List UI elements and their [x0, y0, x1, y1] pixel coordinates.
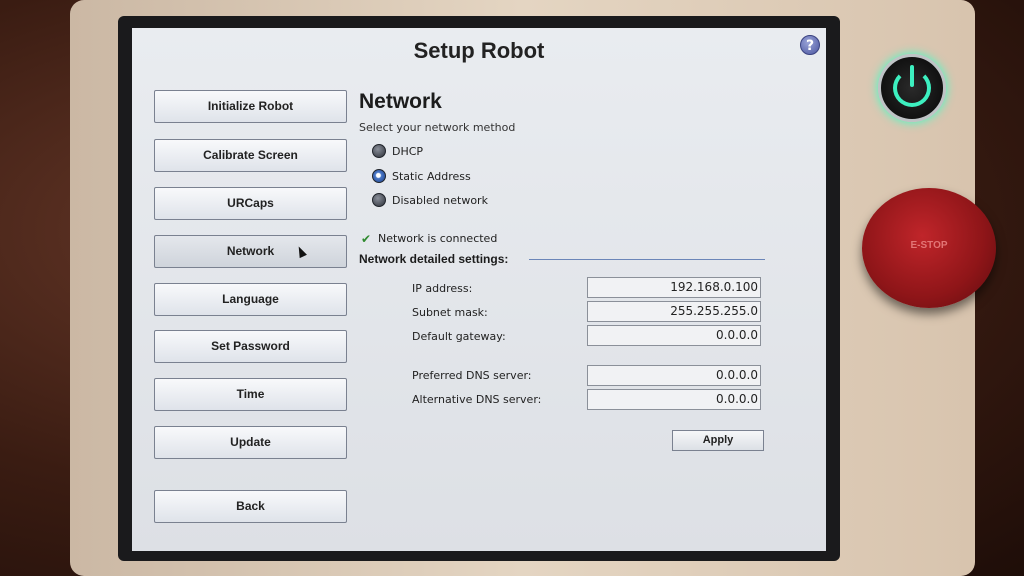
apply-button[interactable]: Apply: [672, 430, 764, 451]
set-password-button[interactable]: Set Password: [154, 330, 347, 363]
ip-address-field[interactable]: 192.168.0.100: [587, 277, 761, 298]
touch-screen: Setup Robot ? Initialize Robot Calibrate…: [132, 28, 826, 551]
disabled-network-option[interactable]: Disabled network: [372, 192, 488, 208]
estop-label: E-STOP: [910, 240, 948, 251]
checkmark-icon: ✔: [361, 231, 372, 246]
emergency-stop-button[interactable]: E-STOP: [862, 188, 996, 308]
disabled-network-label: Disabled network: [392, 193, 488, 207]
update-button[interactable]: Update: [154, 426, 347, 459]
language-button[interactable]: Language: [154, 283, 347, 316]
subnet-mask-label: Subnet mask:: [412, 306, 488, 319]
radio-selected-icon[interactable]: [372, 169, 386, 183]
ip-address-label: IP address:: [412, 282, 473, 295]
back-button[interactable]: Back: [154, 490, 347, 523]
network-method-prompt: Select your network method: [359, 121, 516, 134]
default-gateway-field[interactable]: 0.0.0.0: [587, 325, 761, 346]
static-address-option[interactable]: Static Address: [372, 168, 471, 184]
dhcp-option[interactable]: DHCP: [372, 143, 423, 159]
radio-icon[interactable]: [372, 193, 386, 207]
static-address-label: Static Address: [392, 169, 471, 183]
detailed-settings-title: Network detailed settings:: [359, 252, 509, 266]
section-heading: Network: [359, 90, 442, 113]
power-button[interactable]: [878, 54, 946, 122]
alternative-dns-label: Alternative DNS server:: [412, 393, 542, 406]
preferred-dns-field[interactable]: 0.0.0.0: [587, 365, 761, 386]
network-button[interactable]: Network: [154, 235, 347, 268]
connection-status: ✔ Network is connected: [361, 232, 497, 245]
section-divider: [529, 259, 765, 260]
urcaps-button[interactable]: URCaps: [154, 187, 347, 220]
preferred-dns-label: Preferred DNS server:: [412, 369, 532, 382]
radio-icon[interactable]: [372, 144, 386, 158]
page-title: Setup Robot: [413, 38, 545, 63]
initialize-robot-button[interactable]: Initialize Robot: [154, 90, 347, 123]
calibrate-screen-button[interactable]: Calibrate Screen: [154, 139, 347, 172]
dhcp-label: DHCP: [392, 144, 424, 158]
help-icon[interactable]: ?: [800, 35, 820, 55]
status-text: Network is connected: [378, 232, 498, 245]
alternative-dns-field[interactable]: 0.0.0.0: [587, 389, 761, 410]
subnet-mask-field[interactable]: 255.255.255.0: [587, 301, 761, 322]
default-gateway-label: Default gateway:: [412, 330, 506, 343]
time-button[interactable]: Time: [154, 378, 347, 411]
power-icon-bar: [910, 65, 914, 87]
